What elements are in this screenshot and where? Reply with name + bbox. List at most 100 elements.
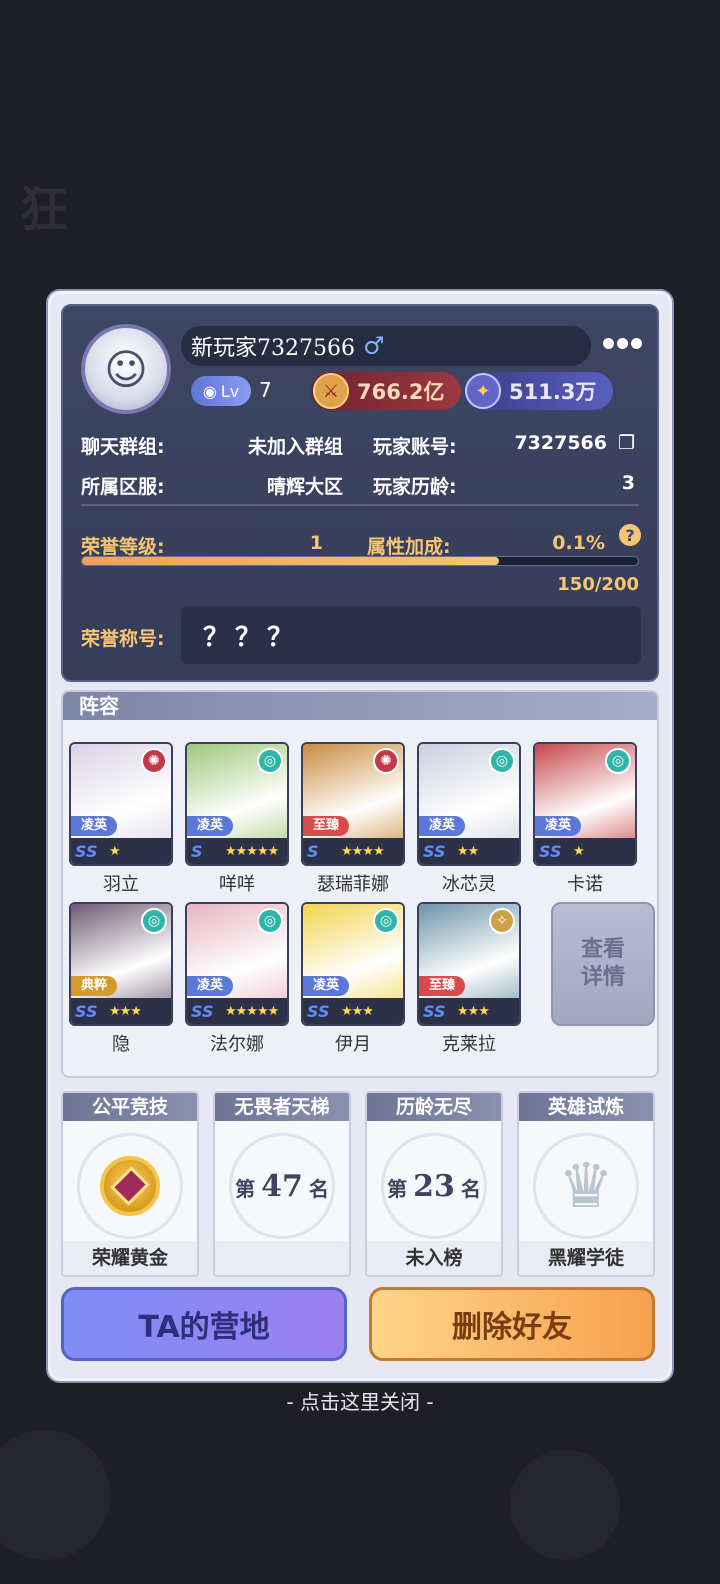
hero-stars: ★★★ (341, 1003, 374, 1019)
fair-arena-card[interactable]: 公平竞技 荣耀黄金 (61, 1091, 199, 1277)
hero-stars: ★★★★★ (225, 843, 279, 859)
hero-grade: SS (423, 841, 446, 861)
fair-arena-rank: 荣耀黄金 (63, 1241, 197, 1275)
player-age-label: 玩家历龄: (373, 476, 457, 498)
copy-icon[interactable]: ❐ (618, 432, 635, 454)
hero-name: 隐 (112, 1034, 130, 1055)
hero-card[interactable]: ◎ 凌英 SS ★★★★★ (185, 902, 289, 1026)
element-icon: ◎ (605, 748, 631, 774)
hero-rank-badge: 凌英 (187, 976, 234, 996)
hero-bottom-bar: S ★★★★★ (187, 838, 287, 864)
player-avatar[interactable]: ☺ (81, 324, 171, 414)
hero-card[interactable]: ✧ 至臻 SS ★★★ (417, 902, 521, 1026)
roster-title: 阵容 (63, 692, 657, 720)
hero-name: 伊月 (335, 1034, 371, 1055)
hero-name: 卡诺 (567, 874, 603, 895)
hero-card[interactable]: ◎ 典粹 SS ★★★ (69, 902, 173, 1026)
ladder-rank: 第 47 名 (235, 1169, 329, 1204)
honor-progress-text: 150/200 (557, 574, 639, 595)
rank-number: 23 (413, 1168, 455, 1204)
server-label: 所属区服: (81, 476, 165, 498)
hero-rank-badge: 凌英 (187, 816, 234, 836)
hero-stars: ★★ (457, 843, 479, 859)
rank-prefix: 第 (387, 1176, 408, 1201)
element-icon: ✧ (489, 908, 515, 934)
hero-stars: ★ (109, 843, 121, 859)
hero-rank-badge: 凌英 (303, 976, 350, 996)
crown-icon: ♛ (558, 1149, 614, 1222)
hero-rank-badge: 凌英 (71, 816, 118, 836)
player-info-dialog: ☺ 新玩家7327566 ♂ ◉ Lv 7 ⚔ 766.2亿 ✦ 511.3万 … (48, 291, 672, 1381)
combat-power-value: 766.2亿 (357, 380, 445, 404)
chat-group-value: 未加入群组 (247, 436, 343, 458)
delete-friend-button[interactable]: 删除好友 (369, 1287, 655, 1361)
hero-card[interactable]: ◎ 凌英 SS ★ (533, 742, 637, 866)
hero-grade: SS (75, 841, 98, 861)
star-icon: ✦ (465, 373, 501, 409)
rank-number: 47 (261, 1168, 303, 1204)
visit-camp-button[interactable]: TA的营地 (61, 1287, 347, 1361)
server-value: 晴辉大区 (266, 476, 343, 498)
hero-grade: SS (539, 841, 562, 861)
honor-title-box: ？？？ (181, 606, 641, 664)
more-options-icon[interactable] (603, 334, 643, 352)
hero-stars: ★ (573, 843, 585, 859)
account-value: 7327566 (514, 432, 607, 454)
element-icon: ◎ (257, 908, 283, 934)
star-currency-value: 511.3万 (509, 380, 597, 404)
gold-rank-emblem (77, 1133, 183, 1239)
hero-stars: ★★★ (109, 1003, 142, 1019)
hero-name: 羽立 (103, 874, 139, 895)
element-icon: ✺ (141, 748, 167, 774)
hero-bottom-bar: SS ★ (71, 838, 171, 864)
background-title: 狂 (20, 182, 69, 238)
hero-bottom-bar: SS ★ (535, 838, 635, 864)
gold-gem-icon (100, 1156, 160, 1216)
hero-stars: ★★★★ (341, 843, 385, 859)
hero-name: 法尔娜 (210, 1034, 264, 1055)
hero-trial-title: 英雄试炼 (519, 1093, 653, 1121)
honor-progress-bar (81, 556, 639, 566)
player-age-value: 3 (621, 472, 635, 494)
hero-name: 克莱拉 (442, 1034, 496, 1055)
rank-suffix: 名 (308, 1176, 329, 1201)
player-name-bar: 新玩家7327566 ♂ (181, 326, 591, 366)
player-name: 新玩家7327566 (191, 336, 355, 361)
hero-stars: ★★★★★ (225, 1003, 279, 1019)
endless-emblem: 第 23 名 (381, 1133, 487, 1239)
ladder-card[interactable]: 无畏者天梯 第 47 名 (213, 1091, 351, 1277)
ladder-emblem: 第 47 名 (229, 1133, 335, 1239)
level-label: Lv (220, 381, 240, 401)
chat-group-label: 聊天群组: (81, 436, 165, 458)
background-decoration (510, 1450, 620, 1560)
element-icon: ◎ (373, 908, 399, 934)
male-gender-icon: ♂ (362, 332, 385, 360)
help-icon[interactable]: ? (619, 524, 641, 546)
hero-card[interactable]: ✺ 至臻 S ★★★★ (301, 742, 405, 866)
star-currency: ✦ 511.3万 (463, 372, 613, 410)
hero-trial-rank: 黑耀学徒 (519, 1241, 653, 1275)
divider (81, 504, 639, 506)
level-value: 7 (259, 378, 272, 402)
endless-card[interactable]: 历龄无尽 第 23 名 未入榜 (365, 1091, 503, 1277)
hero-bottom-bar: SS ★★★ (419, 998, 519, 1024)
trial-emblem: ♛ (533, 1133, 639, 1239)
hero-rank-badge: 至臻 (419, 976, 466, 996)
hero-card[interactable]: ◎ 凌英 S ★★★★★ (185, 742, 289, 866)
element-icon: ◎ (141, 908, 167, 934)
view-detail-button[interactable]: 查看详情 (551, 902, 655, 1026)
hero-trial-card[interactable]: 英雄试炼 ♛ 黑耀学徒 (517, 1091, 655, 1277)
hero-card[interactable]: ✺ 凌英 SS ★ (69, 742, 173, 866)
hero-grade: S (307, 841, 319, 861)
honor-title-label: 荣誉称号: (81, 628, 165, 650)
honor-level-label: 荣誉等级: (81, 536, 165, 558)
endless-rank: 第 23 名 (387, 1169, 481, 1204)
hero-card[interactable]: ◎ 凌英 SS ★★ (417, 742, 521, 866)
hero-card[interactable]: ◎ 凌英 SS ★★★ (301, 902, 405, 1026)
hero-grade: S (191, 841, 203, 861)
close-hint[interactable]: - 点击这里关闭 - (0, 1386, 720, 1415)
element-icon: ✺ (373, 748, 399, 774)
hero-rank-badge: 凌英 (419, 816, 466, 836)
account-label: 玩家账号: (373, 436, 457, 458)
hero-rank-badge: 至臻 (303, 816, 350, 836)
